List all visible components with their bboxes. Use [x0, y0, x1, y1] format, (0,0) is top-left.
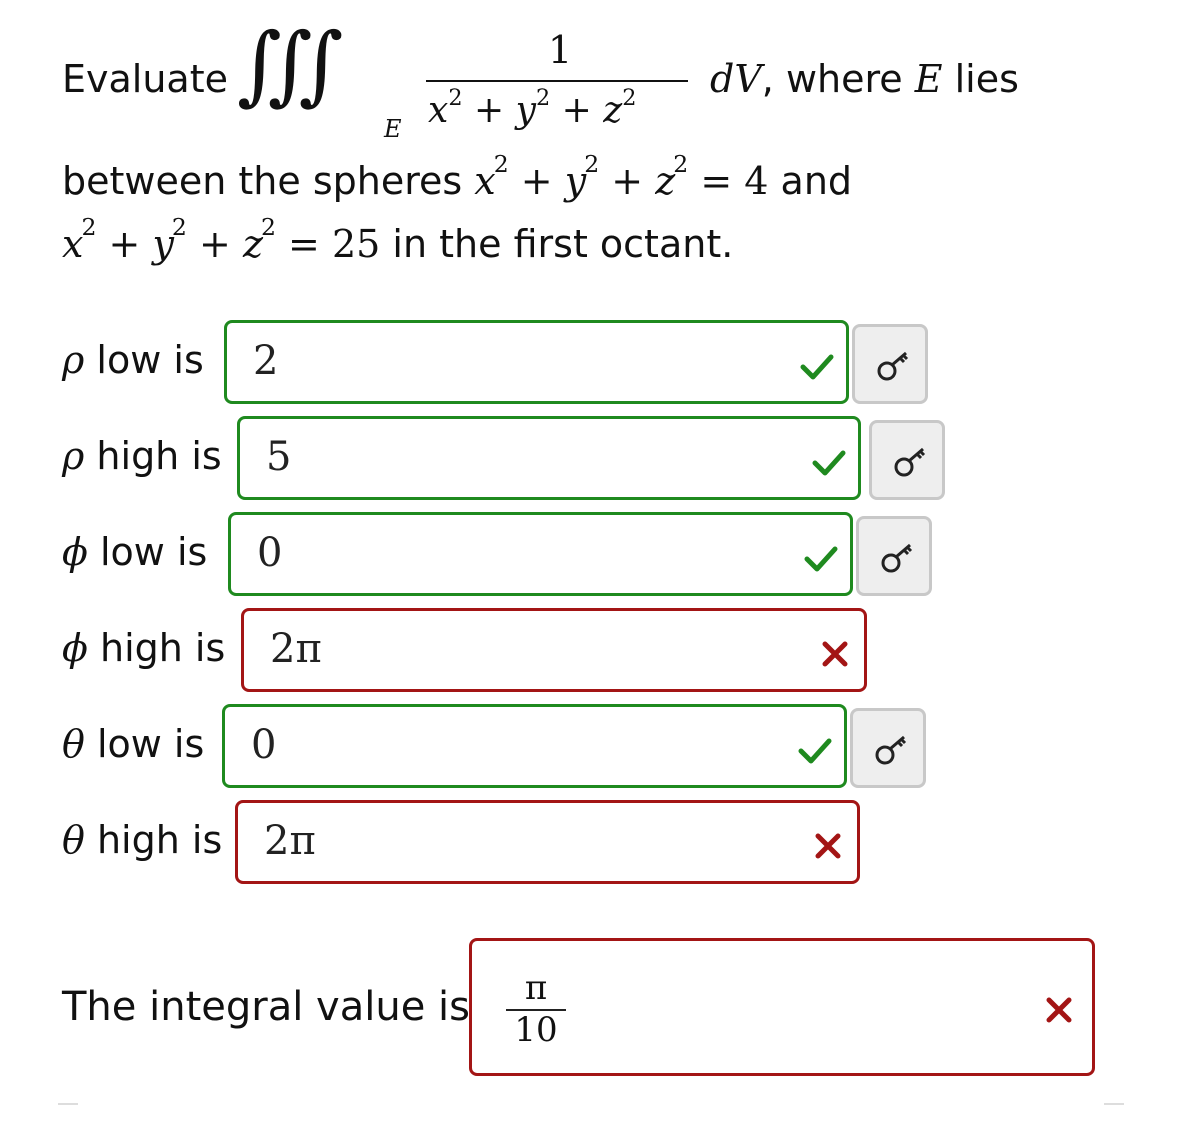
show-answer-key-button[interactable] — [869, 420, 945, 500]
check-icon — [798, 738, 832, 764]
answer-input-phi-low[interactable]: 0 — [228, 512, 853, 596]
integral-value-fraction: π 10 — [506, 971, 566, 1047]
fraction-numerator: π — [524, 968, 548, 1008]
row-label: ϕ low is — [62, 530, 208, 574]
row-label: ρ high is — [62, 434, 222, 478]
key-icon — [894, 447, 926, 477]
check-icon — [804, 546, 838, 572]
answer-input-theta-low[interactable]: 0 — [222, 704, 847, 788]
answer-input-rho-low[interactable]: 2 — [224, 320, 849, 404]
show-answer-key-button[interactable] — [856, 516, 932, 596]
question-integral: Evaluate ∫∫∫ E 1 x2 + y2 + z2 dV, where … — [62, 20, 1122, 150]
cross-icon — [1046, 997, 1072, 1023]
key-icon — [875, 735, 907, 765]
show-answer-key-button[interactable] — [852, 324, 928, 404]
row-label: θ low is — [62, 722, 205, 766]
evaluate-word: Evaluate — [62, 57, 228, 101]
answer-input-theta-high[interactable]: 2π — [235, 800, 860, 884]
answer-value: 0 — [251, 722, 277, 768]
key-icon — [881, 543, 913, 573]
answer-value: 2π — [270, 626, 322, 672]
integral-region-subscript: E — [384, 115, 402, 143]
integral-value-label: The integral value is — [62, 984, 470, 1030]
answer-value: 2π — [264, 818, 316, 864]
check-icon — [812, 450, 846, 476]
answer-input-phi-high[interactable]: 2π — [241, 608, 867, 692]
answer-value: 5 — [266, 434, 292, 480]
integrand-numerator: 1 — [548, 28, 573, 72]
answer-input-rho-high[interactable]: 5 — [237, 416, 861, 500]
question-line-3: x2 + y2 + z2 = 25 in the first octant. — [62, 212, 734, 266]
fraction-denominator: 10 — [514, 1010, 558, 1050]
divider — [58, 1103, 78, 1105]
row-label: ρ low is — [62, 338, 204, 382]
integrand-denominator: x2 + y2 + z2 — [428, 85, 637, 131]
answer-value: 0 — [257, 530, 283, 576]
show-answer-key-button[interactable] — [850, 708, 926, 788]
row-label: ϕ high is — [62, 626, 226, 670]
cross-icon — [815, 833, 841, 859]
question-line-2: between the spheres x2 + y2 + z2 = 4 and — [62, 149, 853, 203]
triple-integral-symbol: ∫∫∫ — [237, 15, 343, 115]
cross-icon — [822, 641, 848, 667]
integral-value-input[interactable]: π 10 — [469, 938, 1095, 1076]
answer-value: 2 — [253, 338, 279, 384]
fraction-bar — [426, 80, 688, 82]
divider — [1104, 1103, 1124, 1105]
key-icon — [877, 351, 909, 381]
integral-tail: dV, where E lies — [710, 57, 1019, 101]
row-label: θ high is — [62, 818, 223, 862]
check-icon — [800, 354, 834, 380]
